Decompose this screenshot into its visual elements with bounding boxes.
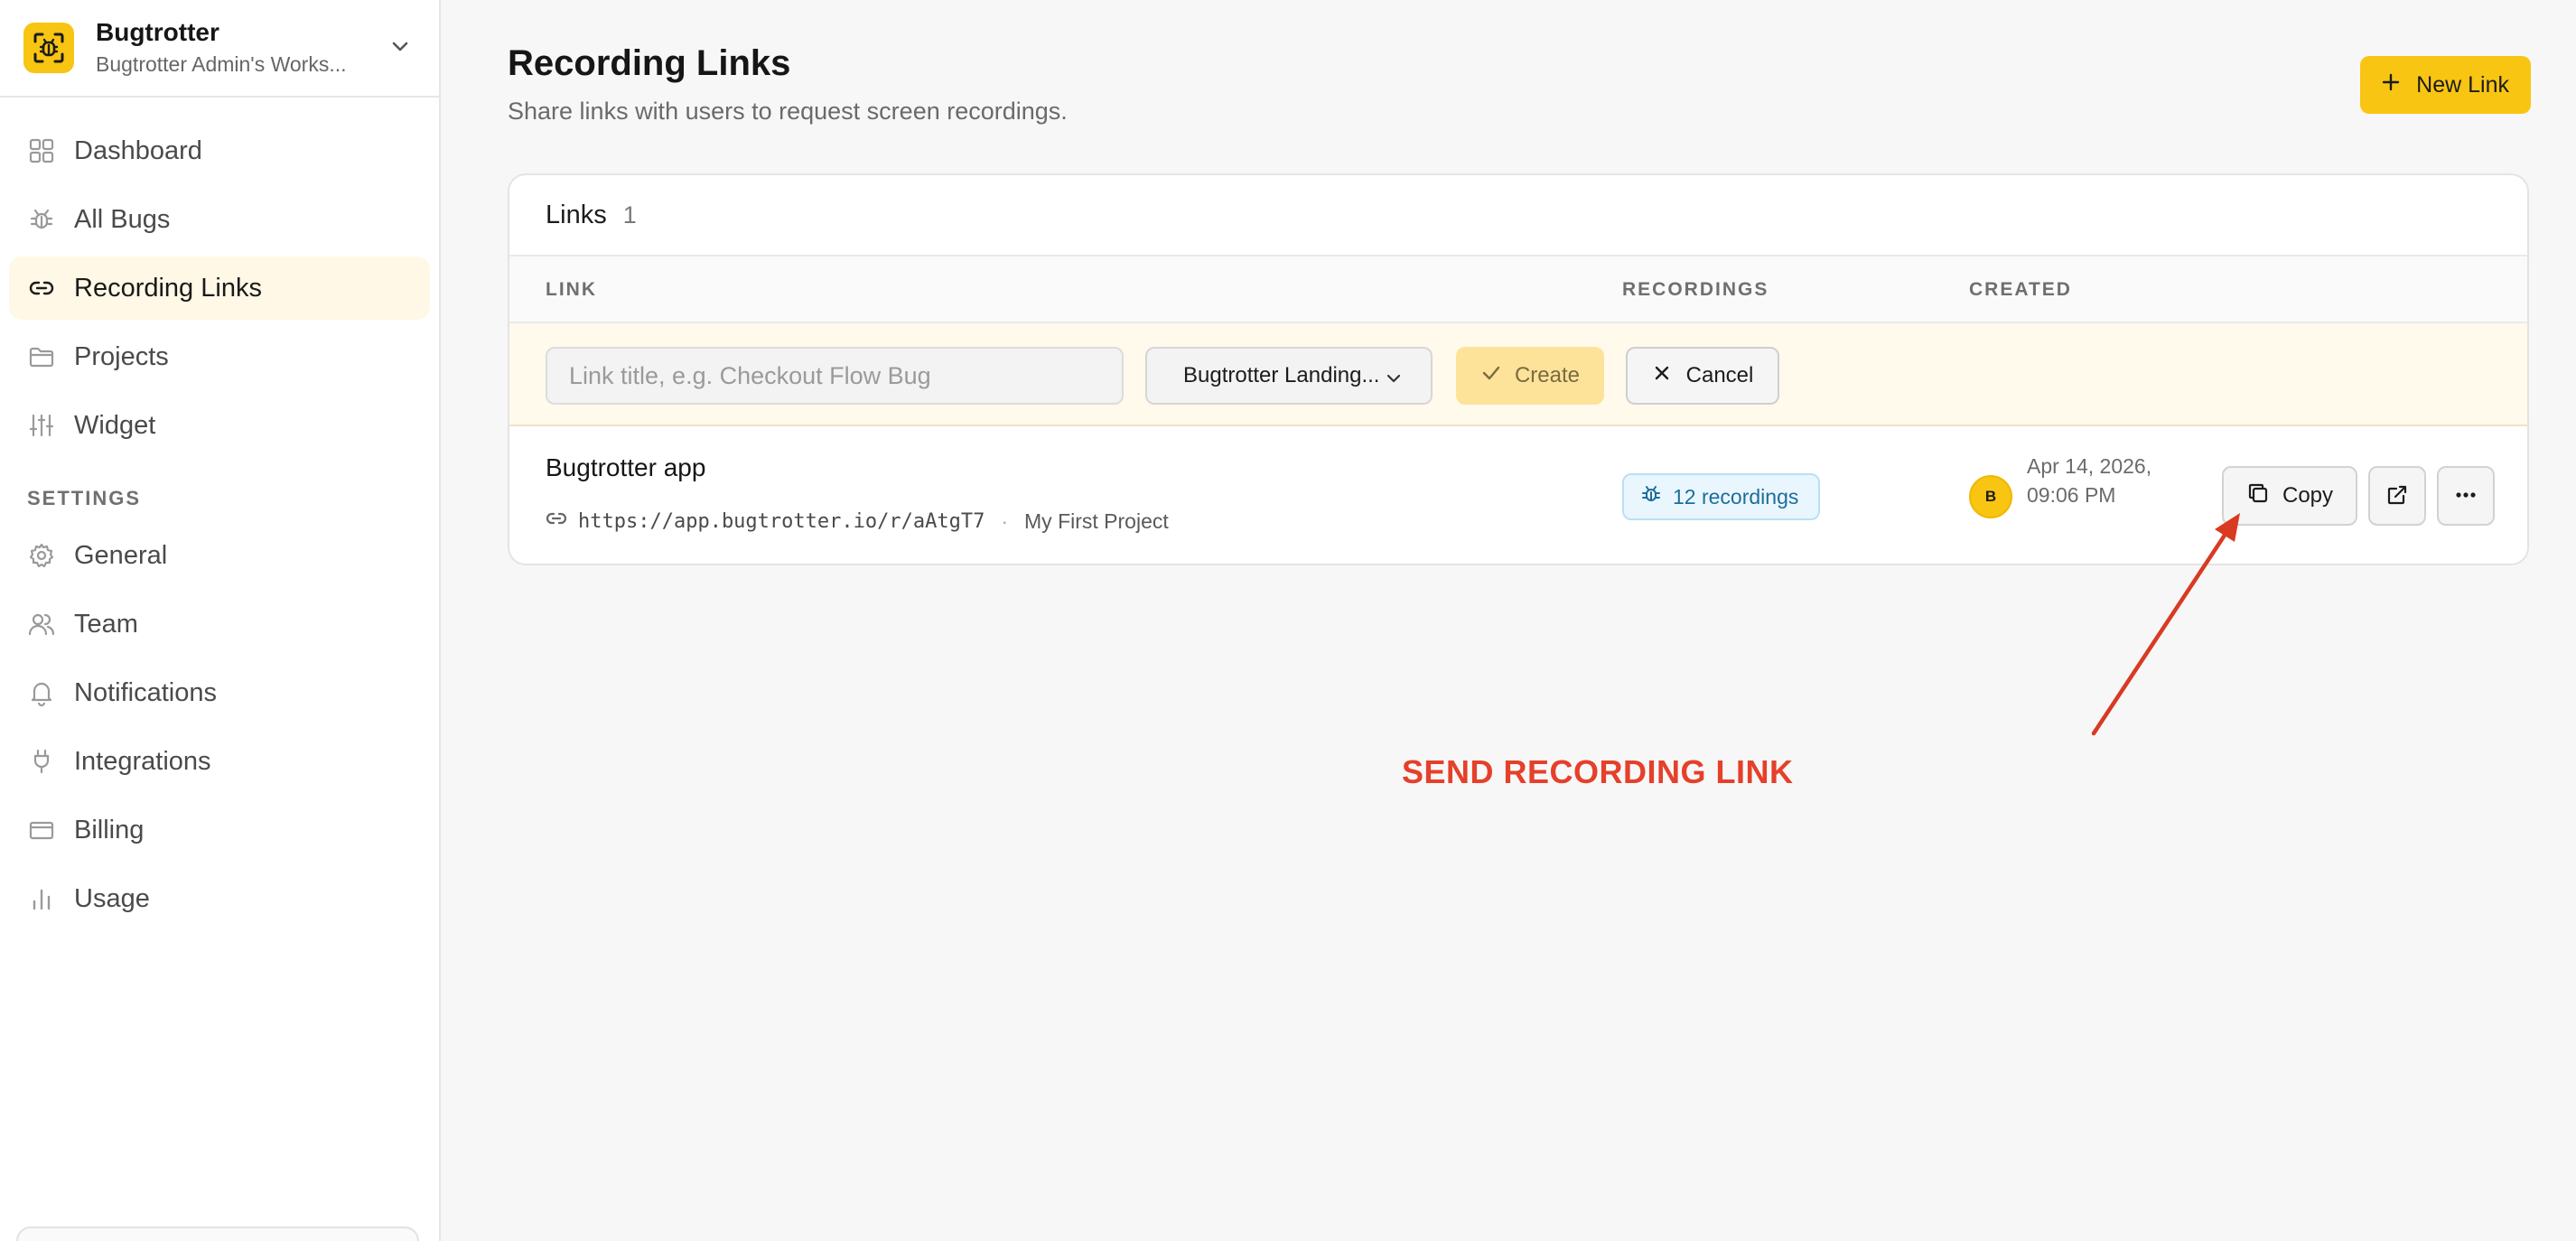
cancel-label: Cancel bbox=[1685, 363, 1754, 387]
table-row: Bugtrotter app https://app.bugtrotter.io… bbox=[509, 426, 2527, 562]
link-title: Bugtrotter app bbox=[546, 453, 706, 481]
bug-icon bbox=[1640, 483, 1662, 510]
copy-label: Copy bbox=[2282, 483, 2334, 508]
links-card: Links 1 LINK RECORDINGS CREATED Bugtrott… bbox=[508, 173, 2529, 565]
workspace-subtitle: Bugtrotter Admin's Works... bbox=[96, 52, 347, 76]
copy-button[interactable]: Copy bbox=[2222, 466, 2357, 526]
sidebar-item-integrations[interactable]: Integrations bbox=[9, 730, 430, 793]
workspace-switcher[interactable]: Bugtrotter Bugtrotter Admin's Works... bbox=[0, 0, 439, 98]
avatar: B bbox=[1969, 475, 2012, 518]
sidebar-item-projects[interactable]: Projects bbox=[9, 325, 430, 388]
sidebar-item-label: Dashboard bbox=[74, 135, 202, 165]
separator-dot: · bbox=[1001, 509, 1009, 533]
settings-section-label: SETTINGS bbox=[27, 487, 142, 509]
sidebar-item-billing[interactable]: Billing bbox=[9, 798, 430, 862]
bug-icon bbox=[27, 205, 56, 234]
sidebar-item-widget[interactable]: Widget bbox=[9, 394, 430, 457]
bugtrotter-logo-icon bbox=[23, 23, 74, 73]
new-link-button[interactable]: New Link bbox=[2360, 56, 2531, 114]
link-url[interactable]: https://app.bugtrotter.io/r/aAtgT7 bbox=[578, 510, 985, 533]
card-title: Links bbox=[546, 200, 607, 229]
new-link-label: New Link bbox=[2416, 71, 2509, 98]
copy-icon bbox=[2246, 481, 2270, 511]
external-link-icon bbox=[2385, 483, 2409, 509]
sidebar-item-label: All Bugs bbox=[74, 204, 171, 234]
sidebar-item-notifications[interactable]: Notifications bbox=[9, 661, 430, 724]
links-count: 1 bbox=[622, 201, 637, 229]
check-icon bbox=[1480, 362, 1502, 390]
bar-chart-icon bbox=[27, 884, 56, 913]
annotation-label: SEND RECORDING LINK bbox=[1402, 753, 1794, 790]
grid-icon bbox=[27, 136, 56, 165]
sidebar-item-label: Team bbox=[74, 609, 138, 639]
sidebar: Bugtrotter Bugtrotter Admin's Works... D… bbox=[0, 0, 441, 1241]
create-button[interactable]: Create bbox=[1456, 347, 1604, 405]
bell-icon bbox=[27, 678, 56, 707]
sidebar-item-label: Recording Links bbox=[74, 273, 262, 303]
sidebar-item-usage[interactable]: Usage bbox=[9, 867, 430, 930]
cancel-button[interactable]: Cancel bbox=[1626, 347, 1779, 405]
sidebar-item-dashboard[interactable]: Dashboard bbox=[9, 119, 430, 182]
ellipsis-icon bbox=[2453, 482, 2478, 510]
sidebar-item-general[interactable]: General bbox=[9, 524, 430, 587]
link-icon bbox=[27, 274, 56, 303]
recordings-count: 12 recordings bbox=[1673, 484, 1799, 509]
sidebar-item-label: Projects bbox=[74, 341, 169, 371]
plus-icon bbox=[2380, 71, 2402, 99]
created-date: Apr 14, 2026, 09:06 PM bbox=[2027, 454, 2152, 507]
links-card-header: Links 1 bbox=[509, 175, 2527, 257]
chevron-down-icon[interactable] bbox=[388, 34, 412, 62]
gear-icon bbox=[27, 541, 56, 570]
recordings-badge[interactable]: 12 recordings bbox=[1622, 473, 1821, 520]
users-icon bbox=[27, 610, 56, 639]
page-title: Recording Links bbox=[508, 43, 791, 83]
sidebar-item-recording-links[interactable]: Recording Links bbox=[9, 257, 430, 320]
sidebar-item-label: Widget bbox=[74, 410, 156, 440]
link-meta: https://app.bugtrotter.io/r/aAtgT7 · My … bbox=[546, 508, 1169, 535]
sidebar-item-label: Notifications bbox=[74, 677, 217, 707]
chevron-down-icon bbox=[1384, 369, 1404, 395]
sidebar-item-label: Billing bbox=[74, 815, 145, 844]
more-options-button[interactable] bbox=[2437, 466, 2495, 526]
sidebar-item-label: Integrations bbox=[74, 746, 211, 776]
main-content: Recording Links Share links with users t… bbox=[443, 0, 2576, 1241]
credit-card-icon bbox=[27, 816, 56, 844]
project-select[interactable]: Bugtrotter Landing... bbox=[1145, 347, 1433, 405]
sidebar-item-label: Usage bbox=[74, 883, 150, 913]
main-nav: Dashboard All Bugs Recording Links Proje… bbox=[0, 98, 439, 930]
sidebar-item-team[interactable]: Team bbox=[9, 593, 430, 656]
close-icon bbox=[1652, 363, 1672, 389]
sidebar-footer-card bbox=[16, 1227, 419, 1241]
workspace-name: Bugtrotter bbox=[96, 18, 219, 46]
link-title-input[interactable] bbox=[546, 347, 1124, 405]
open-link-button[interactable] bbox=[2368, 466, 2426, 526]
create-link-row: Bugtrotter Landing... Create Cancel bbox=[509, 323, 2527, 426]
plug-icon bbox=[27, 747, 56, 776]
column-header-link: LINK bbox=[546, 279, 597, 300]
sliders-icon bbox=[27, 411, 56, 440]
project-select-value: Bugtrotter Landing... bbox=[1183, 363, 1380, 387]
create-label: Create bbox=[1514, 363, 1581, 387]
table-header: LINK RECORDINGS CREATED bbox=[509, 257, 2527, 323]
folder-icon bbox=[27, 342, 56, 371]
page-subtitle: Share links with users to request screen… bbox=[508, 98, 1068, 125]
sidebar-item-all-bugs[interactable]: All Bugs bbox=[9, 188, 430, 251]
link-project: My First Project bbox=[1024, 509, 1169, 533]
column-header-created: CREATED bbox=[1969, 279, 2072, 300]
link-icon bbox=[546, 508, 567, 535]
sidebar-item-label: General bbox=[74, 540, 168, 570]
column-header-recordings: RECORDINGS bbox=[1622, 279, 1769, 300]
